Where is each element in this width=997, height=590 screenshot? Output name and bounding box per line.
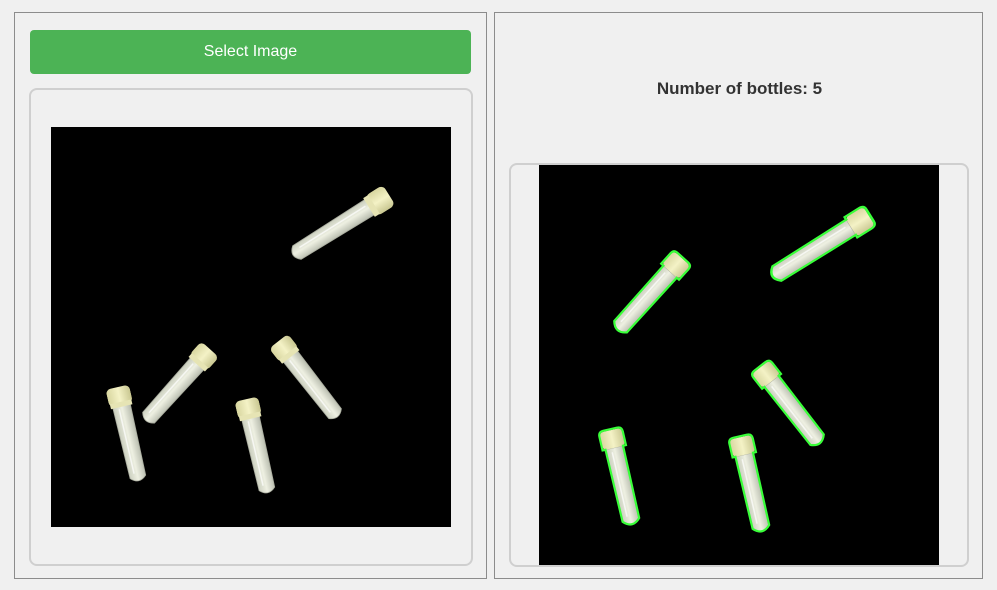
bottle-3: [268, 333, 348, 425]
result-image-frame: [509, 163, 969, 567]
detected-bottle-5: [727, 432, 775, 536]
detected-bottle-4: [597, 425, 645, 529]
bottle-2: [285, 183, 397, 267]
input-image-frame: [29, 88, 473, 566]
input-image-canvas: [105, 183, 397, 497]
detected-bottle-2: [764, 203, 878, 288]
input-panel: Select Image: [14, 12, 487, 579]
select-image-button[interactable]: Select Image: [30, 30, 471, 74]
bottle-count-text: Number of bottles: 5: [656, 79, 823, 98]
result-panel: Number of bottles: 5: [494, 12, 983, 579]
result-image-canvas: [597, 203, 878, 536]
result-image: [539, 165, 939, 565]
bottle-4: [105, 383, 151, 485]
input-image: [51, 127, 451, 527]
detected-bottle-1: [607, 248, 693, 340]
bottle-5: [234, 395, 280, 497]
detected-bottle-3: [749, 357, 831, 452]
bottle-1: [136, 340, 220, 430]
